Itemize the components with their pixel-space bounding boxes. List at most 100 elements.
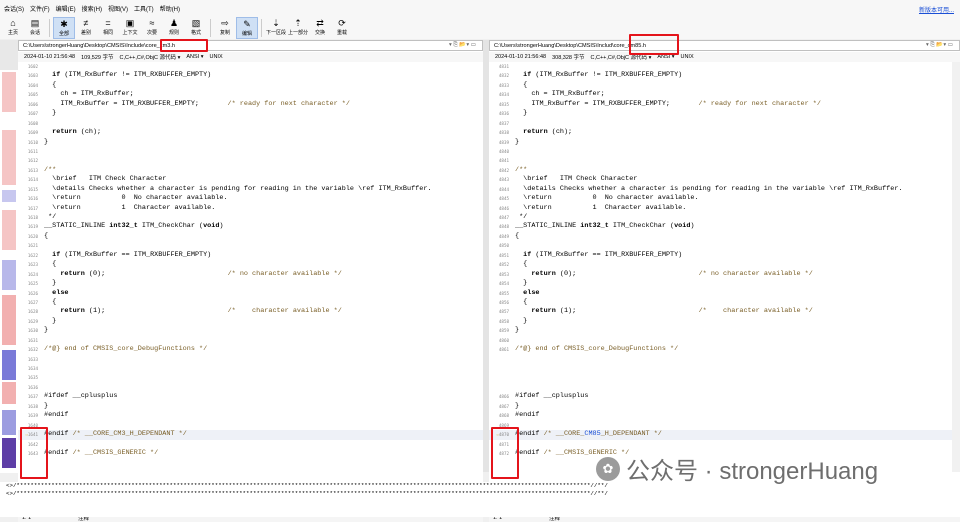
menu-item-2[interactable]: 编辑(E)	[56, 4, 76, 13]
code-line[interactable]: 1637 #ifdef __cplusplus	[18, 392, 483, 401]
code-line[interactable]: 1629 }	[18, 317, 483, 326]
toolbar-button-same[interactable]: = 相同	[97, 17, 119, 39]
toolbar-button-session[interactable]: ▤ 会话	[24, 17, 46, 39]
code-line[interactable]: 4840	[489, 147, 960, 156]
code-line[interactable]: 1618 */	[18, 213, 483, 222]
code-line[interactable]	[489, 355, 960, 364]
menu-item-0[interactable]: 会话(S)	[4, 4, 24, 13]
code-line[interactable]: 1634	[18, 364, 483, 373]
toolbar-button-minor[interactable]: ≈ 次要	[141, 17, 163, 39]
code-line[interactable]: 1609 return (ch);	[18, 128, 483, 137]
menu-item-1[interactable]: 文件(F)	[30, 4, 50, 13]
code-line[interactable]: 4859}	[489, 326, 960, 335]
code-line[interactable]: 4848 __STATIC_INLINE int32_t ITM_CheckCha…	[489, 222, 960, 231]
code-line[interactable]: ⇨1641 #endif /* __CORE_CM3_H_DEPENDANT */	[18, 430, 483, 440]
code-line[interactable]: 4844 \details Checks whether a character…	[489, 185, 960, 194]
menu-item-5[interactable]: 工具(T)	[134, 4, 154, 13]
code-line[interactable]: 1616 \return 0 No character available.	[18, 194, 483, 203]
left-path-actions-icon[interactable]: ▾ ⎘ 📂▾ ▭	[449, 42, 476, 49]
code-line[interactable]: 1619 __STATIC_INLINE int32_t ITM_CheckCha…	[18, 222, 483, 231]
code-line[interactable]: 1603 if (ITM_RxBuffer != ITM_RXBUFFER_EM…	[18, 71, 483, 80]
toolbar-button-rules[interactable]: ♟ 规则	[163, 17, 185, 39]
toolbar-button-diff[interactable]: ≠ 差别	[75, 17, 97, 39]
toolbar-button-format[interactable]: ▧ 格式	[185, 17, 207, 39]
toolbar-button-context[interactable]: ▣ 上下文	[119, 17, 141, 39]
code-line[interactable]: 1642	[18, 440, 483, 449]
code-line[interactable]: 1638}	[18, 402, 483, 411]
code-line[interactable]	[489, 364, 960, 373]
code-line[interactable]: 4854 }	[489, 279, 960, 288]
code-line[interactable]: 1626 else	[18, 289, 483, 298]
code-line[interactable]: ⇦4870 #endif /* __CORE_CM85_H_DEPENDANT *…	[489, 430, 960, 440]
code-line[interactable]: 4856 {	[489, 298, 960, 307]
code-line[interactable]: 4868 #endif	[489, 411, 960, 420]
diff-overview-map[interactable]	[0, 70, 18, 473]
code-line[interactable]: 4842 /**	[489, 166, 960, 175]
toolbar-button-all[interactable]: ✱ 全部	[53, 17, 75, 39]
code-line[interactable]: 4839}	[489, 138, 960, 147]
update-available-link[interactable]: 新版本可用...	[919, 5, 954, 14]
code-line[interactable]: 4851 if (ITM_RxBuffer == ITM_RXBUFFER_EM…	[489, 251, 960, 260]
code-line[interactable]: 1639 #endif	[18, 411, 483, 420]
code-line[interactable]: 4869	[489, 421, 960, 430]
right-path-bar[interactable]: C:\Users\strongerHuang\Desktop\CMSIS\Inc…	[489, 40, 960, 51]
code-line[interactable]: 4857 return (1); /* character available …	[489, 307, 960, 316]
code-line[interactable]: 1622 if (ITM_RxBuffer == ITM_RXBUFFER_EM…	[18, 251, 483, 260]
menu-item-3[interactable]: 搜索(H)	[82, 4, 102, 13]
code-line[interactable]: 4871	[489, 440, 960, 449]
code-line[interactable]: 1602	[18, 62, 483, 71]
code-line[interactable]: 1612	[18, 156, 483, 165]
code-line[interactable]: 1636	[18, 383, 483, 392]
code-line[interactable]: 1617 \return 1 Character available.	[18, 204, 483, 213]
code-line[interactable]: 1607 }	[18, 109, 483, 118]
code-line[interactable]: 4843 \brief ITM Check Character	[489, 175, 960, 184]
left-info-field[interactable]: ANSI ▾	[186, 54, 203, 60]
toolbar-button-edit[interactable]: ✎ 编辑	[236, 17, 258, 39]
code-line[interactable]: 1613 /**	[18, 166, 483, 175]
left-path-bar[interactable]: C:\Users\strongerHuang\Desktop\CMSIS\Inc…	[18, 40, 483, 51]
right-path-actions-icon[interactable]: ▾ ⎘ 📂▾ ▭	[926, 42, 953, 49]
left-info-field[interactable]: UNIX	[209, 54, 222, 60]
code-line[interactable]: 4847 */	[489, 213, 960, 222]
code-line[interactable]: 4861 /*@} end of CMSIS_core_DebugFunction…	[489, 345, 960, 354]
toolbar-button-swap[interactable]: ⇄ 交换	[309, 17, 331, 39]
toolbar-button-prev-section[interactable]: ⇡ 上一部分	[287, 17, 309, 39]
code-line[interactable]: 1615 \details Checks whether a character…	[18, 185, 483, 194]
code-line[interactable]: 4849 {	[489, 232, 960, 241]
code-line[interactable]: 4836 }	[489, 109, 960, 118]
code-line[interactable]: 4866 #ifdef __cplusplus	[489, 392, 960, 401]
code-line[interactable]: 4846 \return 1 Character available.	[489, 204, 960, 213]
vertical-scrollbar[interactable]	[952, 62, 960, 472]
code-line[interactable]: 1631	[18, 336, 483, 345]
code-line[interactable]: 4831	[489, 62, 960, 71]
code-line[interactable]: 1623 {	[18, 260, 483, 269]
code-line[interactable]: 1620 {	[18, 232, 483, 241]
code-line[interactable]: 4850	[489, 241, 960, 250]
left-info-field[interactable]: C,C++,C#,ObjC 源代码 ▾	[120, 53, 181, 61]
right-code-view[interactable]: 4831 4832 if (ITM_RxBuffer != ITM_RXBUFFE…	[489, 62, 960, 480]
code-line[interactable]: 1628 return (1); /* character available …	[18, 307, 483, 316]
code-line[interactable]: 4833 {	[489, 81, 960, 90]
code-line[interactable]: 4837	[489, 119, 960, 128]
code-line[interactable]: 4852 {	[489, 260, 960, 269]
code-line[interactable]: 1604 {	[18, 81, 483, 90]
code-line[interactable]: 1643 #endif /* __CMSIS_GENERIC */	[18, 449, 483, 458]
code-line[interactable]: 1632 /*@} end of CMSIS_core_DebugFunction…	[18, 345, 483, 354]
code-line[interactable]: 1640	[18, 421, 483, 430]
code-line[interactable]: 1610}	[18, 138, 483, 147]
menu-item-4[interactable]: 视图(V)	[108, 4, 128, 13]
code-line[interactable]: 4867}	[489, 402, 960, 411]
code-line[interactable]: 4832 if (ITM_RxBuffer != ITM_RXBUFFER_EM…	[489, 71, 960, 80]
toolbar-button-reload[interactable]: ⟳ 重载	[331, 17, 353, 39]
toolbar-button-copy[interactable]: ⇨ 复制	[214, 17, 236, 39]
left-code-view[interactable]: 1602 1603 if (ITM_RxBuffer != ITM_RXBUFFE…	[18, 62, 483, 480]
code-line[interactable]: 1606 ITM_RxBuffer = ITM_RXBUFFER_EMPTY; …	[18, 100, 483, 109]
code-line[interactable]: 4838 return (ch);	[489, 128, 960, 137]
code-line[interactable]: 1621	[18, 241, 483, 250]
code-line[interactable]: 4845 \return 0 No character available.	[489, 194, 960, 203]
toolbar-button-next-section[interactable]: ⇣ 下一区段	[265, 17, 287, 39]
code-line[interactable]: 1605 ch = ITM_RxBuffer;	[18, 90, 483, 99]
code-line[interactable]: 1633	[18, 355, 483, 364]
code-line[interactable]: 4834 ch = ITM_RxBuffer;	[489, 90, 960, 99]
code-line[interactable]: 1611	[18, 147, 483, 156]
